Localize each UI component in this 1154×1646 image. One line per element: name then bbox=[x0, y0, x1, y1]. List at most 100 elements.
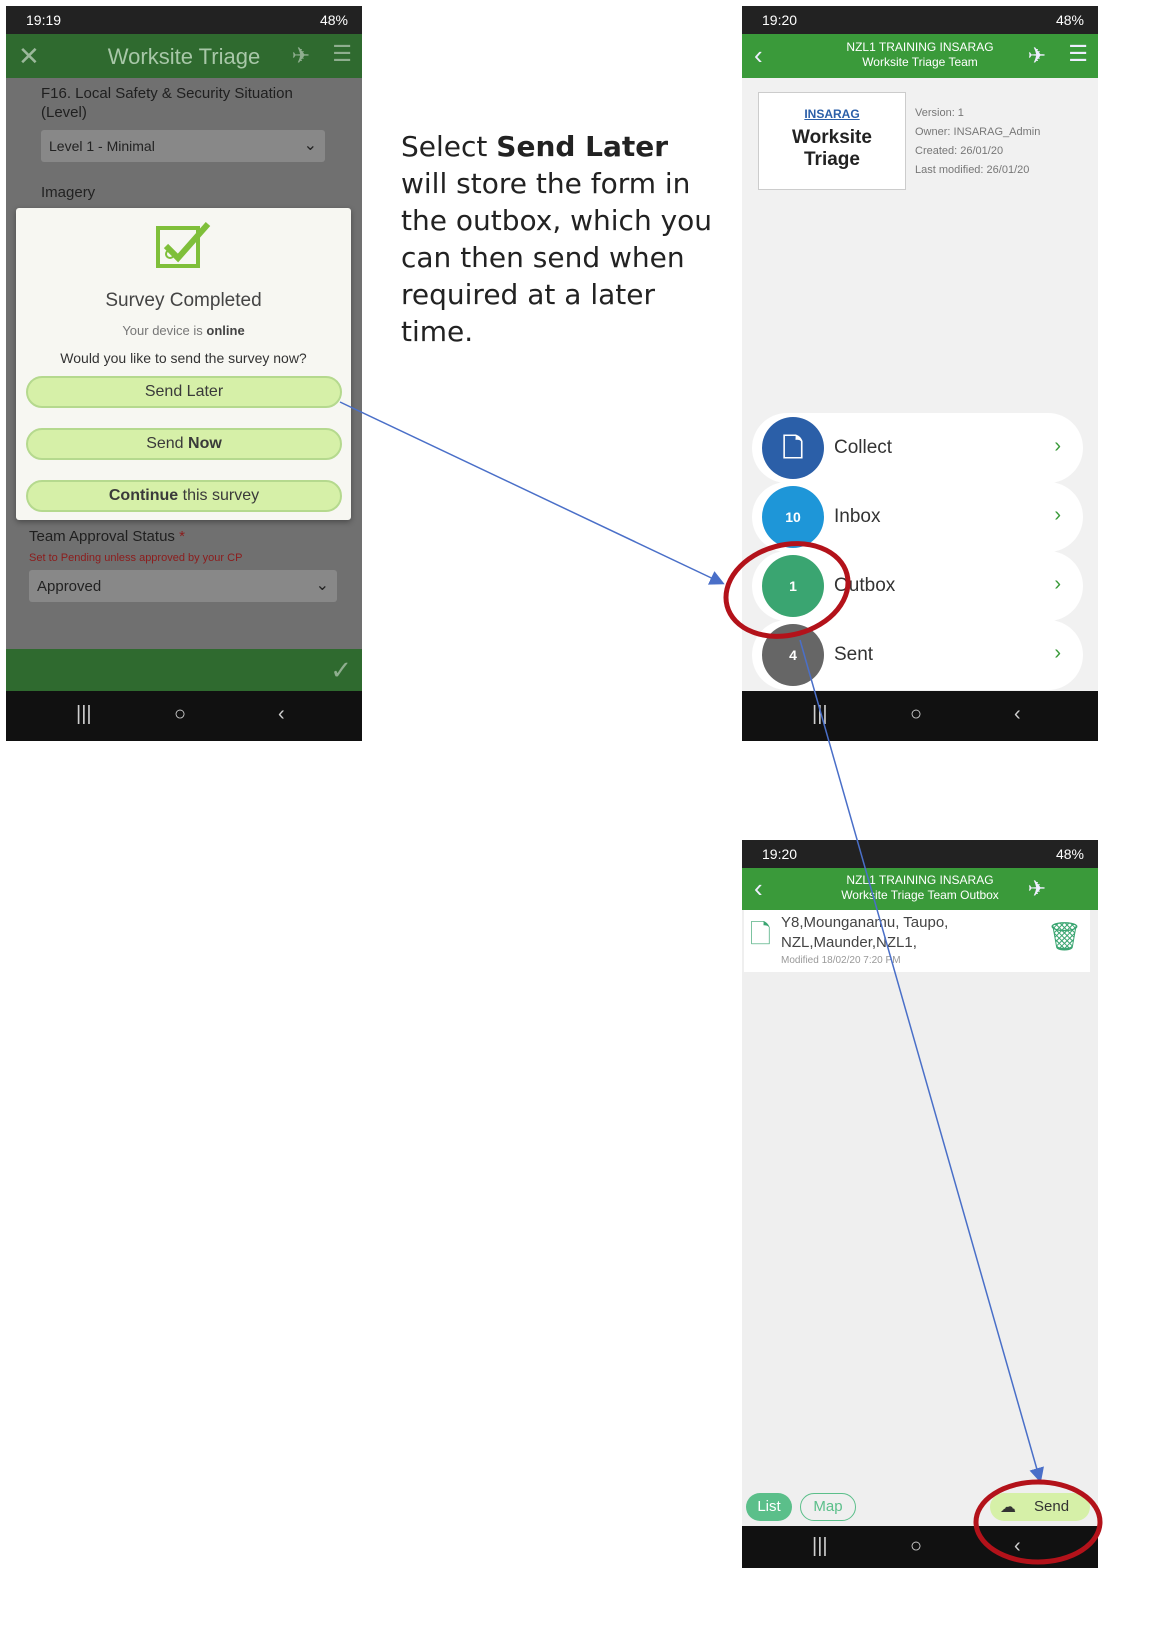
continue-suffix: this survey bbox=[182, 487, 260, 504]
sent-icon: 4 bbox=[762, 624, 824, 686]
send-button[interactable]: ☁ Send bbox=[990, 1493, 1090, 1521]
menu-item-inbox[interactable]: 10 Inbox › bbox=[752, 482, 1083, 552]
home-icon[interactable]: ○ bbox=[174, 703, 186, 726]
continue-survey-button[interactable]: Continue this survey bbox=[26, 480, 342, 512]
outbox-item[interactable]: 🗋 Y8,Mounganamu, Taupo, NZL,Maunder,NZL1… bbox=[744, 910, 1090, 972]
thumb-title-2: Triage bbox=[804, 149, 860, 170]
send-later-button[interactable]: Send Later bbox=[26, 376, 342, 408]
cloud-upload-icon: ☁ bbox=[1000, 1499, 1016, 1516]
battery-level: 48% bbox=[319, 12, 348, 28]
menu-label: Inbox bbox=[834, 506, 881, 527]
send-now-bold: Now bbox=[188, 435, 222, 452]
menu-item-sent[interactable]: 4 Sent › bbox=[752, 620, 1083, 690]
status-bar: 19:20 48% bbox=[742, 6, 1098, 34]
instruction-prefix: Select bbox=[401, 130, 488, 163]
trash-icon[interactable]: 🗑 bbox=[1046, 920, 1082, 953]
chevron-right-icon: › bbox=[1054, 435, 1061, 457]
back-icon[interactable]: ‹ bbox=[278, 703, 285, 726]
chevron-down-icon: ⌄ bbox=[315, 577, 329, 594]
send-label: Send bbox=[1034, 1498, 1070, 1515]
tab-list-label: List bbox=[757, 1498, 781, 1515]
instruction-text: Select Send Later will store the form in… bbox=[401, 128, 719, 350]
chevron-right-icon: › bbox=[1054, 642, 1061, 664]
thumb-title-1: Worksite bbox=[792, 127, 872, 148]
collect-icon: 🗋 bbox=[762, 417, 824, 479]
chevron-right-icon: › bbox=[1054, 573, 1061, 595]
tab-map-label: Map bbox=[813, 1498, 843, 1515]
satellite-icon[interactable]: ✈ bbox=[292, 43, 310, 69]
device-status-prefix: Your device is bbox=[122, 323, 203, 338]
back-icon[interactable]: ‹ bbox=[1014, 703, 1021, 726]
info-owner: Owner: INSARAG_Admin bbox=[915, 126, 1041, 138]
submit-check-icon[interactable]: ✓ bbox=[330, 655, 352, 686]
level-select[interactable]: Level 1 - Minimal ⌄ bbox=[41, 130, 325, 162]
menu-icon[interactable]: ☰ bbox=[1068, 41, 1088, 67]
survey-thumbnail: INSARAG Worksite Triage bbox=[758, 92, 906, 190]
document-upload-icon: 🗋 bbox=[750, 919, 771, 949]
tab-map[interactable]: Map bbox=[800, 1493, 856, 1521]
level-select-value: Level 1 - Minimal bbox=[49, 138, 155, 154]
approval-select-value: Approved bbox=[37, 578, 102, 595]
imagery-label: Imagery bbox=[41, 184, 96, 201]
satellite-icon[interactable]: ✈ bbox=[1028, 876, 1046, 902]
android-navbar: ||| ○ ‹ bbox=[6, 691, 362, 741]
bottom-bar: ✓ bbox=[6, 649, 362, 691]
info-created: Created: 26/01/20 bbox=[915, 145, 1004, 157]
dialog-title: Survey Completed bbox=[105, 290, 262, 311]
app-bar: ‹ NZL1 TRAINING INSARAG Worksite Triage … bbox=[742, 868, 1098, 910]
recents-icon[interactable]: ||| bbox=[812, 1535, 828, 1558]
menu-icon[interactable]: ☰ bbox=[332, 41, 352, 67]
approval-select[interactable]: Approved ⌄ bbox=[29, 570, 337, 602]
android-navbar: ||| ○ ‹ bbox=[742, 691, 1098, 741]
recents-icon[interactable]: ||| bbox=[812, 703, 828, 726]
info-modified: Last modified: 26/01/20 bbox=[915, 164, 1030, 176]
required-mark: * bbox=[179, 528, 185, 545]
menu-label: Sent bbox=[834, 644, 874, 665]
instruction-suffix: will store the form in the outbox, which… bbox=[401, 167, 713, 348]
item-line1: Y8,Mounganamu, Taupo, bbox=[781, 914, 949, 931]
info-version: Version: 1 bbox=[915, 107, 964, 119]
status-time: 19:20 bbox=[762, 12, 798, 28]
item-modified: Modified 18/02/20 7:20 PM bbox=[781, 955, 901, 966]
approval-label: Team Approval Status * bbox=[29, 528, 185, 545]
continue-bold: Continue bbox=[108, 487, 179, 504]
device-status: Your device is online bbox=[16, 323, 351, 338]
approval-hint: Set to Pending unless approved by your C… bbox=[29, 552, 243, 564]
menu-item-outbox[interactable]: 1 Outbox › bbox=[752, 551, 1083, 621]
dialog-question: Would you like to send the survey now? bbox=[60, 350, 307, 366]
instruction-bold: Send Later bbox=[496, 130, 669, 163]
status-bar: 19:19 48% bbox=[6, 6, 362, 34]
item-line2: NZL,Maunder,NZL1, bbox=[781, 934, 917, 951]
back-icon[interactable]: ‹ bbox=[1014, 1535, 1021, 1558]
chevron-right-icon: › bbox=[1054, 504, 1061, 526]
survey-completed-dialog: Survey Completed Your device is online W… bbox=[16, 208, 351, 520]
sent-count: 4 bbox=[789, 647, 797, 663]
battery-level: 48% bbox=[1055, 12, 1084, 28]
recents-icon[interactable]: ||| bbox=[76, 703, 92, 726]
inbox-icon: 10 bbox=[762, 486, 824, 548]
menu-label: Outbox bbox=[834, 575, 896, 596]
tab-list[interactable]: List bbox=[746, 1493, 792, 1521]
approval-label-text: Team Approval Status bbox=[29, 528, 175, 545]
satellite-icon[interactable]: ✈ bbox=[1028, 43, 1046, 69]
home-icon[interactable]: ○ bbox=[910, 1535, 922, 1558]
menu-label: Collect bbox=[834, 437, 893, 458]
survey-info: Version: 1 Owner: INSARAG_Admin Created:… bbox=[915, 104, 1040, 180]
phone-outbox-screen: 19:20 48% ‹ NZL1 TRAINING INSARAG Worksi… bbox=[742, 840, 1098, 1568]
send-now-button[interactable]: Send Now bbox=[26, 428, 342, 460]
chevron-down-icon: ⌄ bbox=[303, 137, 317, 154]
battery-level: 48% bbox=[1055, 846, 1084, 862]
field-label: F16. Local Safety & Security Situation (… bbox=[41, 85, 293, 121]
send-later-label: Send Later bbox=[144, 383, 224, 400]
android-navbar: ||| ○ ‹ bbox=[742, 1526, 1098, 1568]
outbox-count: 1 bbox=[789, 578, 797, 594]
send-now-prefix: Send bbox=[146, 435, 184, 452]
phone-survey-screen: 19:19 48% ✕ Worksite Triage ✈ ☰ F16. Loc… bbox=[6, 6, 362, 741]
app-bar: ✕ Worksite Triage ✈ ☰ bbox=[6, 34, 362, 78]
app-bar: ‹ NZL1 TRAINING INSARAG Worksite Triage … bbox=[742, 34, 1098, 78]
checklist-icon bbox=[156, 222, 211, 268]
menu-item-collect[interactable]: 🗋 Collect › bbox=[752, 413, 1083, 483]
arrow-to-outbox bbox=[339, 401, 725, 585]
status-time: 19:19 bbox=[26, 12, 62, 28]
home-icon[interactable]: ○ bbox=[910, 703, 922, 726]
